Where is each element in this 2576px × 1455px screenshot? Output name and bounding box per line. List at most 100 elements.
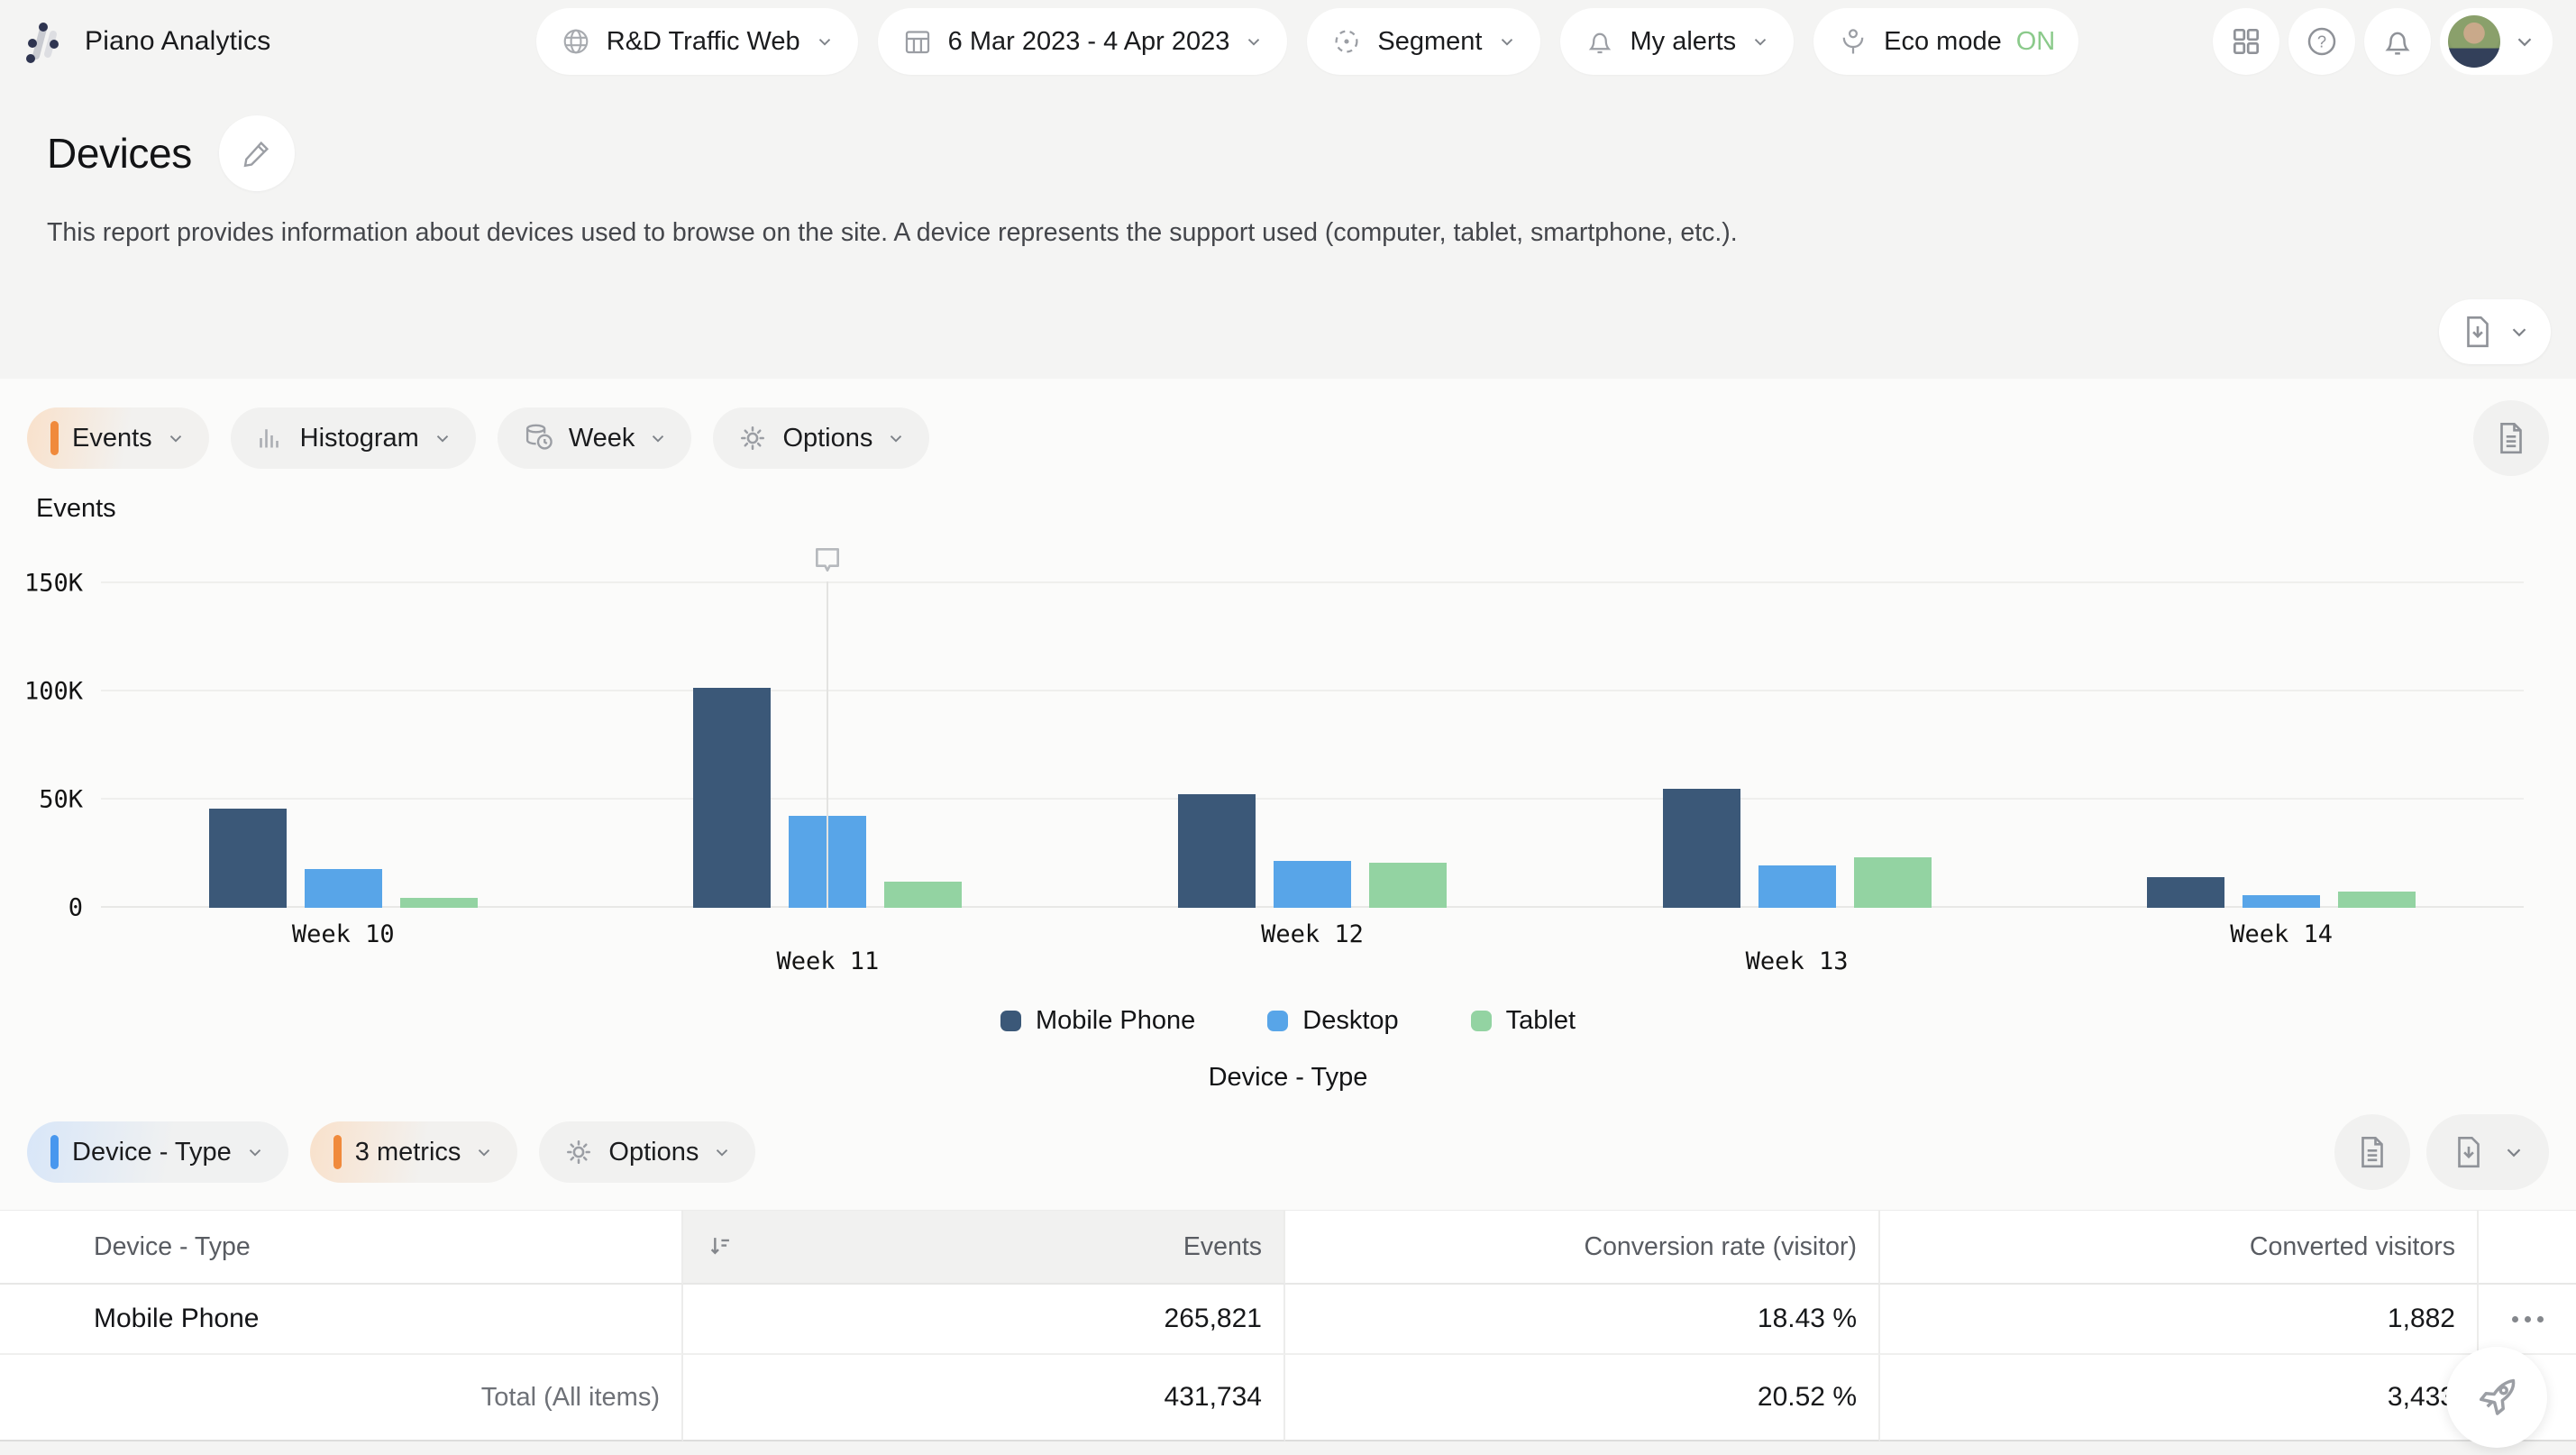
row-more-button[interactable] (2479, 1285, 2576, 1355)
bar-group-week-12 (1070, 583, 1555, 908)
chevron-down-icon (474, 1142, 494, 1162)
table-dimension-label: Device - Type (72, 1138, 232, 1167)
bar-desktop[interactable] (1758, 865, 1836, 908)
sort-descending-icon (705, 1231, 735, 1262)
my-alerts-button[interactable]: My alerts (1560, 8, 1795, 75)
conversion-rate-cell: 18.43 % (1285, 1285, 1880, 1355)
bar-mobile-phone[interactable] (2147, 877, 2224, 908)
chevron-down-icon (2502, 1140, 2526, 1164)
bar-tablet[interactable] (884, 882, 962, 908)
segment-label: Segment (1377, 27, 1482, 57)
topbar-controls: R&D Traffic Web 6 Mar 2023 - 4 Apr 2023 … (536, 8, 2078, 75)
table-dimension-button[interactable]: Device - Type (27, 1121, 288, 1183)
more-horizontal-icon (2512, 1316, 2544, 1322)
total-conversion-cell: 20.52 % (1285, 1355, 1880, 1441)
edit-report-button[interactable] (219, 115, 295, 191)
file-download-icon (2459, 313, 2497, 351)
table-body: Mobile Phone265,82118.43 %1,882 (0, 1285, 2576, 1355)
bar-groups (101, 583, 2524, 908)
bar-mobile-phone[interactable] (693, 688, 771, 908)
bar-group-week-14 (2039, 583, 2524, 908)
total-events-cell: 431,734 (683, 1355, 1285, 1441)
eco-mode-button[interactable]: Eco mode ON (1813, 8, 2078, 75)
table-metrics-button[interactable]: 3 metrics (310, 1121, 518, 1183)
gear-icon (562, 1136, 595, 1168)
table-export-button[interactable] (2426, 1114, 2549, 1190)
chart-options-button[interactable]: Options (713, 407, 929, 469)
calendar-icon (901, 25, 934, 58)
chevron-down-icon (648, 428, 668, 448)
chevron-down-icon (712, 1142, 732, 1162)
y-axis-tick: 50K (7, 786, 83, 814)
bar-tablet[interactable] (1854, 857, 1932, 908)
bar-mobile-phone[interactable] (1178, 794, 1256, 908)
dimension-bar-icon (50, 1135, 59, 1169)
segment-button[interactable]: Segment (1307, 8, 1539, 75)
chevron-down-icon (1497, 32, 1517, 51)
comment-bubble-icon (809, 542, 845, 578)
column-header-conversion-rate[interactable]: Conversion rate (visitor) (1285, 1211, 1880, 1285)
user-menu-button[interactable] (2440, 8, 2553, 75)
column-header-events-sorted[interactable]: Events (683, 1211, 1285, 1285)
apps-grid-button[interactable] (2213, 8, 2279, 75)
bar-tablet[interactable] (2338, 892, 2416, 908)
chart-options-label: Options (782, 424, 872, 453)
chevron-down-icon (1750, 32, 1770, 51)
export-report-button[interactable] (2439, 299, 2551, 364)
y-axis-tick: 0 (7, 894, 83, 922)
boost-rocket-button[interactable] (2446, 1347, 2547, 1448)
segment-target-icon (1330, 25, 1363, 58)
piano-analytics-logo-icon (23, 19, 65, 64)
chart-annotation[interactable] (827, 542, 828, 908)
chart-type-button[interactable]: Histogram (231, 407, 476, 469)
granularity-button[interactable]: Week (498, 407, 692, 469)
table-toolbar: Device - Type 3 metrics Options (27, 1114, 2549, 1190)
metric-bar-icon (50, 421, 59, 455)
chart-y-axis-title: Events (36, 494, 2576, 524)
legend-item-tablet[interactable]: Tablet (1471, 1006, 1576, 1036)
table-options-button[interactable]: Options (539, 1121, 755, 1183)
globe-icon (560, 25, 592, 58)
x-axis-label: Week 11 (586, 920, 1071, 975)
date-range-button[interactable]: 6 Mar 2023 - 4 Apr 2023 (878, 8, 1288, 75)
legend-item-desktop[interactable]: Desktop (1267, 1006, 1398, 1036)
chevron-down-icon (886, 428, 906, 448)
brand: Piano Analytics (23, 19, 402, 64)
bar-mobile-phone[interactable] (209, 809, 287, 908)
eco-mode-label: Eco mode (1884, 27, 2002, 57)
bar-tablet[interactable] (1369, 863, 1447, 908)
bar-tablet[interactable] (400, 898, 478, 908)
chart-notes-button[interactable] (2473, 400, 2549, 476)
granularity-label: Week (569, 424, 635, 453)
bar-desktop[interactable] (1274, 861, 1351, 908)
site-picker-button[interactable]: R&D Traffic Web (536, 8, 858, 75)
x-axis-label: Week 10 (101, 920, 586, 975)
table-header-row: Device - Type Events Conversion rate (vi… (0, 1211, 2576, 1285)
bar-group-week-13 (1555, 583, 2040, 908)
chart-plot: 050K100K150K (101, 583, 2524, 908)
chart-metric-button[interactable]: Events (27, 407, 209, 469)
topbar: Piano Analytics R&D Traffic Web 6 Mar 20… (0, 0, 2576, 83)
chevron-down-icon (2513, 30, 2536, 53)
document-lines-icon (2353, 1133, 2391, 1171)
table-row[interactable]: Mobile Phone265,82118.43 %1,882 (0, 1285, 2576, 1355)
bar-mobile-phone[interactable] (1663, 789, 1740, 908)
legend-item-mobile-phone[interactable]: Mobile Phone (1000, 1006, 1195, 1036)
legend-swatch (1267, 1011, 1288, 1031)
column-header-device-type[interactable]: Device - Type (0, 1211, 683, 1285)
bar-group-week-10 (101, 583, 586, 908)
table-notes-button[interactable] (2334, 1114, 2410, 1190)
help-button[interactable]: ? (2288, 8, 2355, 75)
app-title: Piano Analytics (85, 26, 270, 57)
bar-desktop[interactable] (2243, 895, 2320, 908)
column-header-converted-visitors[interactable]: Converted visitors (1880, 1211, 2479, 1285)
bar-desktop[interactable] (305, 869, 382, 908)
legend-label: Tablet (1506, 1006, 1576, 1036)
notifications-button[interactable] (2364, 8, 2431, 75)
report-description: This report provides information about d… (47, 218, 2030, 248)
pencil-icon (240, 136, 274, 170)
histogram-icon (254, 422, 287, 454)
chevron-down-icon (245, 1142, 265, 1162)
total-converted-cell: 3,433 (1880, 1355, 2479, 1441)
bottom-strip (0, 1441, 2576, 1455)
